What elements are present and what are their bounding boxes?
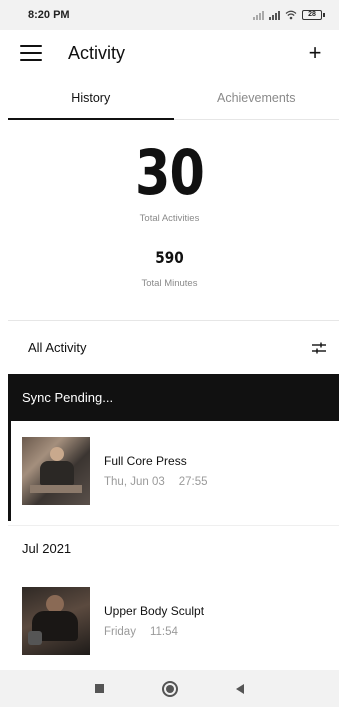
activity-name: Upper Body Sculpt [104,604,205,618]
activity-duration: 11:54 [149,626,178,638]
app-bar: Activity + [0,30,339,76]
activity-meta: Friday 11:54 [104,626,204,638]
filter-icon[interactable] [311,341,327,355]
home-icon[interactable] [162,680,178,697]
activity-thumbnail [22,587,90,655]
status-time: 8:20 PM [28,9,70,21]
filter-label: All Activity [28,340,87,355]
month-header: Jul 2021 [8,525,339,571]
system-nav-bar [0,670,339,707]
tab-achievements[interactable]: Achievements [174,76,339,119]
page-title: Activity [68,42,126,63]
sync-pending-banner: Sync Pending... [8,374,339,421]
total-minutes-label: Total Minutes [141,278,198,289]
back-icon[interactable] [236,683,244,694]
total-activities-label: Total Activities [139,213,200,224]
activity-name: Full Core Press [104,454,187,468]
battery-level: 28 [302,10,322,20]
total-minutes-value: 590 [155,248,184,267]
activity-thumbnail [22,437,90,505]
menu-icon[interactable] [20,45,42,61]
signal-icon-2 [269,10,280,20]
signal-icon [253,10,264,20]
stats-summary: 30 Total Activities 590 Total Minutes [0,120,339,320]
total-activities-value: 30 [134,136,205,209]
wifi-icon [285,10,297,20]
activity-duration: 27:55 [178,476,208,488]
recent-apps-icon[interactable] [95,684,104,693]
tab-history[interactable]: History [8,76,174,120]
status-icons: 28 [253,10,325,20]
add-icon[interactable]: + [303,42,327,64]
activity-filter-row[interactable]: All Activity [8,320,339,374]
activity-info: Upper Body Sculpt Friday 11:54 [104,604,204,638]
battery-icon: 28 [302,10,325,20]
tab-bar: History Achievements [8,76,339,120]
activity-info: Full Core Press Thu, Jun 03 27:55 [104,454,208,488]
activity-date: Thu, Jun 03 [104,476,165,488]
list-item[interactable]: Upper Body Sculpt Friday 11:54 [8,571,339,671]
status-bar: 8:20 PM 28 [0,0,339,30]
activity-date: Friday [104,626,136,638]
activity-meta: Thu, Jun 03 27:55 [104,476,208,488]
list-item[interactable]: Full Core Press Thu, Jun 03 27:55 [8,421,339,521]
